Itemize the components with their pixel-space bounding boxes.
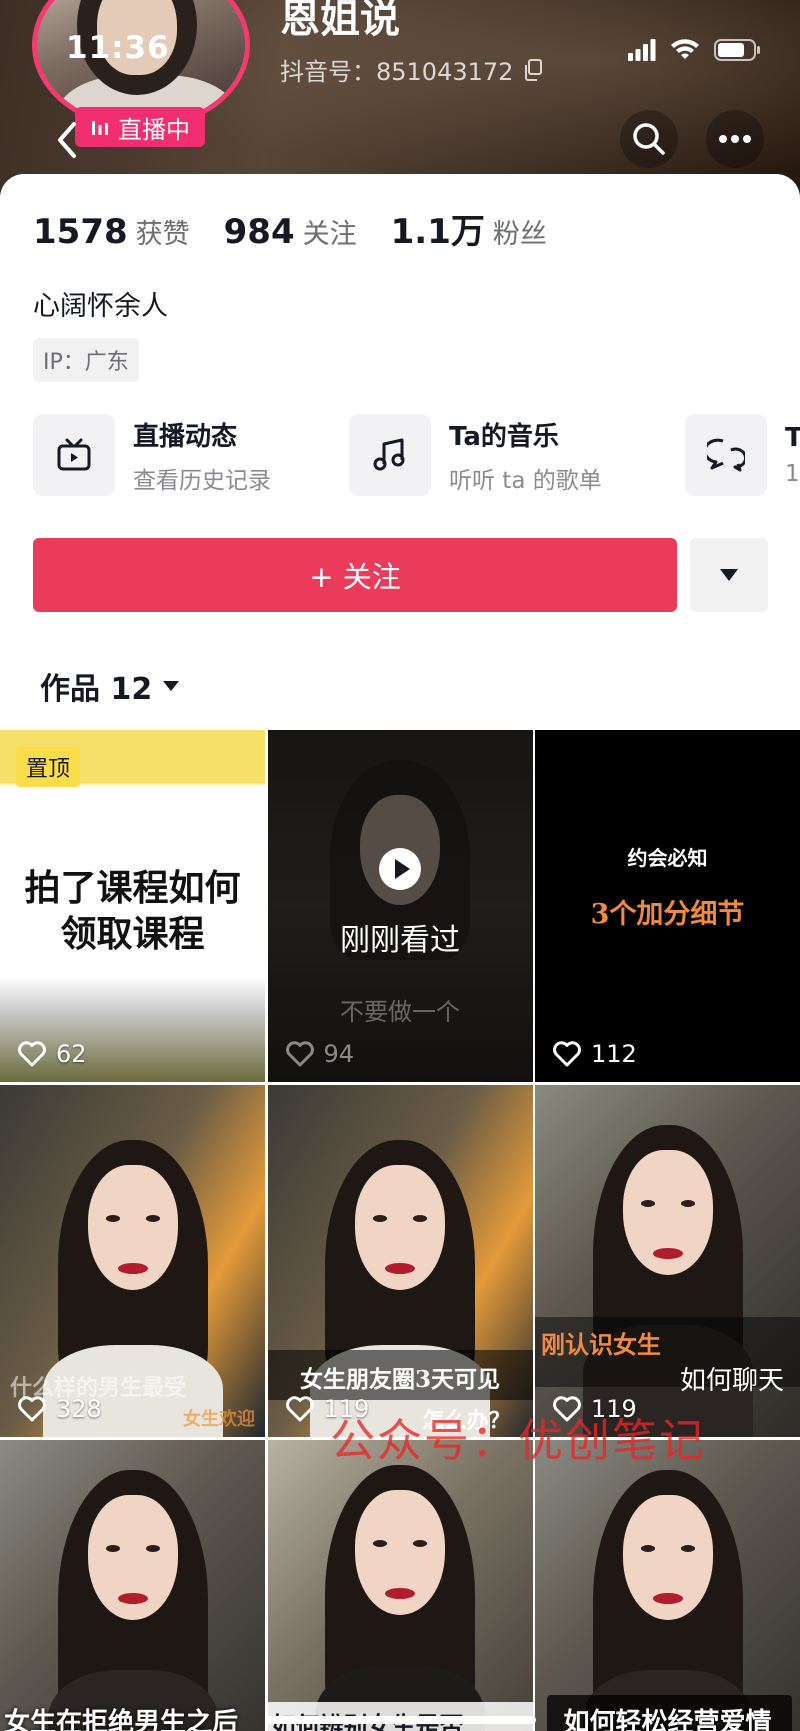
live-badge[interactable]: 直播中	[75, 107, 205, 147]
video-grid: 置顶 拍了课程如何 领取课程 62 刚刚看过 不要做一个 94 约会必知 3个加…	[0, 730, 800, 1731]
video-thumbnail-person	[300, 1450, 500, 1731]
search-icon	[633, 123, 665, 155]
video-caption-secondary: 如何聊天	[680, 1366, 785, 1396]
back-arrow-icon	[58, 122, 76, 158]
more-dots-icon	[719, 135, 751, 143]
shortcut-title: Ta的音乐	[449, 421, 559, 452]
shortcut-icon-box	[349, 414, 431, 496]
stat-label: 获赞	[135, 219, 190, 250]
profile-bio: 心阔怀余人	[33, 291, 168, 322]
home-indicator[interactable]	[266, 1716, 536, 1724]
shortcut-groups[interactable]: T 1	[685, 414, 800, 496]
video-caption: 3个加分细节	[590, 899, 745, 930]
heart-icon	[285, 1396, 314, 1422]
live-bars-icon	[92, 121, 108, 135]
more-options-button[interactable]	[706, 110, 764, 168]
live-badge-label: 直播中	[118, 115, 190, 144]
likes-value: 62	[56, 1040, 87, 1068]
video-thumbnail-person	[33, 1450, 233, 1731]
recommend-dropdown-button[interactable]	[690, 538, 768, 612]
stat-followers[interactable]: 1.1万 粉丝	[391, 204, 547, 253]
video-caption-secondary: 女生欢迎	[183, 1409, 255, 1430]
stat-label: 关注	[302, 219, 357, 250]
video-tile[interactable]: 置顶 拍了课程如何 领取课程 62	[0, 730, 265, 1082]
status-bar-icons	[628, 38, 762, 62]
shortcut-subtitle: 查看历史记录	[133, 467, 271, 494]
heart-icon	[553, 1041, 581, 1067]
profile-name: 恩姐说	[280, 0, 400, 42]
works-tab-label: 作品 12	[40, 672, 153, 707]
likes-value: 328	[56, 1395, 102, 1423]
likes-count: 62	[18, 1040, 87, 1068]
search-button[interactable]	[620, 110, 678, 168]
follow-button-label: + 关注	[309, 560, 401, 594]
video-caption: 女生朋友圈3天可见	[299, 1366, 500, 1393]
video-tile[interactable]: 约会必知 3个加分细节 112	[535, 730, 800, 1082]
shortcut-title: 直播动态	[133, 421, 238, 452]
douyin-id: 抖音号：851043172	[280, 52, 543, 87]
chat-icon	[707, 438, 745, 472]
likes-count: 94	[285, 1040, 355, 1068]
video-caption: 刚认识女生	[541, 1330, 661, 1359]
wifi-icon	[671, 39, 699, 59]
watermark-text: 公众号：优创笔记	[330, 1414, 707, 1467]
ip-location-tag: IP：广东	[33, 338, 139, 382]
stat-likes[interactable]: 1578 获赞	[33, 212, 190, 252]
shortcut-subtitle: 听听 ta 的歌单	[449, 467, 602, 494]
battery-icon	[714, 39, 760, 61]
copy-icon[interactable]	[523, 58, 543, 81]
status-bar-time: 11:36	[66, 30, 170, 66]
video-tile[interactable]: 女生在拒绝男生之后	[0, 1440, 265, 1731]
follow-button[interactable]: + 关注	[33, 538, 677, 612]
video-thumbnail-person	[568, 1450, 768, 1731]
shortcut-title: T	[785, 423, 800, 453]
video-caption: 拍了课程如何 领取课程	[24, 867, 241, 955]
heart-icon	[18, 1396, 46, 1422]
video-caption: 女生在拒绝男生之后	[4, 1708, 239, 1731]
shortcut-subtitle: 1	[785, 461, 800, 487]
pinned-badge: 置顶	[16, 747, 81, 787]
video-caption-top: 约会必知	[627, 846, 708, 870]
play-icon	[378, 848, 421, 890]
video-caption: 如何轻松经营爱情	[563, 1708, 772, 1731]
profile-header-background: 11:36 直播中 恩姐说 抖音号：851043172	[0, 0, 800, 200]
stat-value: 984	[223, 212, 295, 252]
shortcut-icon-box	[685, 414, 767, 496]
likes-count: 328	[18, 1395, 102, 1423]
douyin-id-text: 抖音号：851043172	[280, 58, 514, 86]
stat-value: 1.1万	[390, 212, 485, 252]
tv-icon	[57, 438, 91, 471]
likes-value: 94	[323, 1040, 355, 1068]
video-tile[interactable]: 刚认识女生 如何聊天 119	[535, 1085, 800, 1437]
stat-label: 粉丝	[492, 219, 547, 250]
profile-card: 1578 获赞 984 关注 1.1万 粉丝 心阔怀余人 IP：广东 直播动态 …	[0, 174, 800, 1731]
recently-viewed-label: 刚刚看过	[340, 923, 460, 958]
stat-following[interactable]: 984 关注	[224, 212, 357, 252]
music-icon	[373, 438, 405, 471]
likes-value: 112	[591, 1040, 637, 1068]
back-button[interactable]	[48, 118, 88, 162]
shortcut-icon-box	[33, 414, 115, 496]
shortcut-live-history[interactable]: 直播动态 查看历史记录	[33, 414, 271, 496]
shortcut-music[interactable]: Ta的音乐 听听 ta 的歌单	[349, 414, 602, 496]
video-tile[interactable]: 什么样的男生最受 女生欢迎 328	[0, 1085, 265, 1437]
caret-down-icon	[163, 681, 180, 691]
video-caption: 不要做一个	[340, 998, 460, 1026]
tab-works[interactable]: 作品 12	[40, 664, 180, 708]
heart-icon	[18, 1041, 46, 1067]
profile-stats: 1578 获赞 984 关注 1.1万 粉丝	[33, 204, 581, 253]
likes-count: 112	[553, 1040, 637, 1068]
caret-down-icon	[720, 569, 738, 581]
heart-icon	[285, 1041, 314, 1067]
signal-icon	[628, 39, 656, 61]
video-tile[interactable]: 如何轻松经营爱情	[535, 1440, 800, 1731]
video-tile[interactable]: 如何辨别女生是否	[267, 1440, 533, 1731]
video-tile[interactable]: 刚刚看过 不要做一个 94	[267, 730, 533, 1082]
video-tile[interactable]: 女生朋友圈3天可见 怎么办？ 119	[267, 1085, 533, 1437]
stat-value: 1578	[33, 212, 128, 252]
